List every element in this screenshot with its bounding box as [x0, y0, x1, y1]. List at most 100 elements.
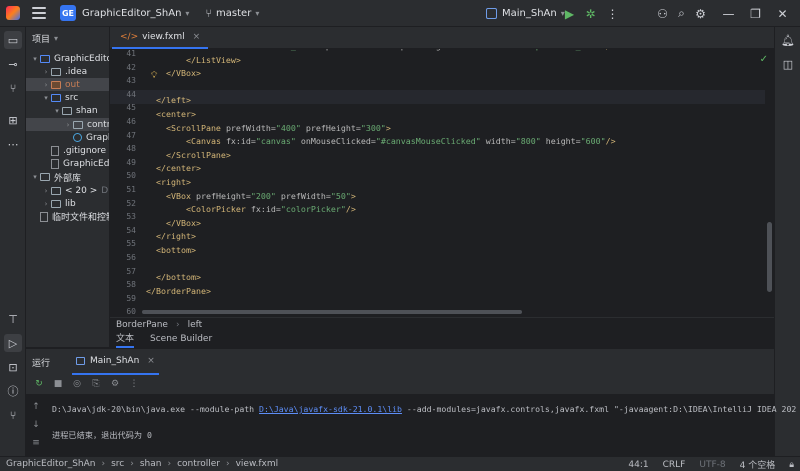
close-tab-icon[interactable]: ×	[147, 356, 155, 366]
more-actions-icon[interactable]: ⋮	[127, 377, 141, 391]
tree-item-label: 临时文件和控制	[52, 213, 110, 224]
code-token: </VBox>	[165, 68, 201, 79]
breadcrumb-item[interactable]: left	[188, 320, 203, 330]
file-encoding[interactable]: UTF-8	[699, 460, 725, 470]
minimize-icon[interactable]: —	[720, 5, 737, 22]
search-icon[interactable]: ⌕	[673, 5, 690, 22]
code-token: "800"	[515, 136, 546, 147]
editor-area: </> view.fxml × 41 42 43 44 45 46 47 48 49 50 51 52…	[110, 27, 774, 348]
chevron-right-icon[interactable]: ›	[63, 121, 73, 129]
tree-item[interactable]: Graph	[26, 131, 109, 144]
tree-item[interactable]: › lib	[26, 197, 109, 210]
chevron-right-icon[interactable]: ›	[41, 187, 51, 195]
tree-item[interactable]: ▾ GraphicEditor_	[26, 52, 109, 65]
console-output[interactable]: ↑ ↓ ≡ D:\Java\jdk-20\bin\java.exe --modu…	[26, 393, 796, 458]
chevron-right-icon[interactable]: ›	[41, 68, 51, 76]
project-badge[interactable]: GE	[60, 5, 76, 21]
tree-item[interactable]: .gitignore	[26, 144, 109, 157]
lock-icon[interactable]: 🔒︎	[789, 460, 794, 470]
rerun-icon[interactable]: ↻	[32, 377, 46, 391]
chevron-right-icon[interactable]: ›	[41, 200, 51, 208]
breadcrumb-item[interactable]: BorderPane	[116, 320, 168, 330]
settings-gear-icon[interactable]: ⚙	[692, 5, 709, 22]
tree-item[interactable]: 临时文件和控制	[26, 210, 110, 224]
commit-tool-icon[interactable]: ⊸	[4, 55, 22, 73]
git-tool-icon[interactable]: ⑂	[4, 406, 22, 424]
vertical-scrollbar[interactable]	[767, 222, 772, 292]
chevron-down-icon[interactable]: ▾	[30, 55, 40, 63]
run-tab-main-shan[interactable]: Main_ShAn ×	[72, 349, 159, 375]
code-token: <bottom>	[156, 245, 196, 255]
tree-item[interactable]: › .idea	[26, 65, 109, 78]
project-name[interactable]: GraphicEditor_ShAn	[82, 8, 181, 19]
run-panel-title: 运行	[32, 358, 51, 369]
project-panel-header[interactable]: 项目 ▾	[26, 27, 109, 49]
chevron-down-icon[interactable]: ▾	[185, 9, 189, 18]
code-token: prefWidth=	[280, 190, 331, 201]
console-path-link[interactable]: D:\Java\javafx-sdk-21.0.1\lib	[259, 404, 402, 414]
structure-tool-icon[interactable]: ⊞	[4, 111, 22, 129]
chevron-down-icon[interactable]: ▾	[41, 94, 51, 102]
chevron-down-icon[interactable]: ▾	[54, 34, 58, 43]
chevron-down-icon[interactable]: ▾	[30, 173, 40, 181]
indent-setting[interactable]: 4 个空格	[740, 458, 776, 471]
chevron-down-icon[interactable]: ▾	[52, 107, 62, 115]
terminal-tool-icon[interactable]: ⊡	[4, 358, 22, 376]
tree-item[interactable]: ▾ shan	[26, 105, 109, 118]
more-actions-icon[interactable]: ⋮	[604, 5, 621, 22]
git-branch-icon[interactable]: ⑂	[205, 7, 212, 20]
chevron-down-icon[interactable]: ▾	[255, 9, 259, 18]
line-ending[interactable]: CRLF	[663, 460, 686, 470]
tree-item[interactable]: ▾ 外部库	[26, 171, 109, 184]
tree-item[interactable]: › < 20 >D:\J	[26, 184, 109, 197]
code-token: <VBox	[165, 190, 196, 201]
tab-scene-builder[interactable]: Scene Builder	[150, 334, 212, 346]
run-panel-header: 运行 Main_ShAn ×	[26, 349, 774, 375]
problems-tool-icon[interactable]: ⓘ	[4, 382, 22, 400]
restore-layout-icon[interactable]: ⎘	[89, 377, 103, 391]
project-tool-icon[interactable]: ▭	[4, 31, 22, 49]
pull-requests-icon[interactable]: ⑂	[4, 79, 22, 97]
branch-name[interactable]: master	[216, 8, 251, 19]
ai-assistant-icon[interactable]: ◫	[779, 55, 797, 73]
code-editor[interactable]: <Button text="ADD_TEST" prefWidth="60" p…	[146, 49, 766, 319]
tree-item[interactable]: › out	[26, 78, 109, 92]
debug-icon[interactable]: ✲	[582, 5, 599, 22]
line-number: 53	[126, 212, 136, 222]
run-icon[interactable]: ▶	[561, 5, 578, 22]
build-tool-icon[interactable]: ⊤	[4, 310, 22, 328]
more-tools-icon[interactable]: ⋯	[4, 135, 22, 153]
inspection-ok-icon[interactable]: ✓	[760, 54, 768, 65]
restore-icon[interactable]: ❐	[747, 5, 764, 22]
main-menu-icon[interactable]	[32, 7, 46, 19]
close-window-icon[interactable]: ✕	[774, 5, 791, 22]
caret-position[interactable]: 44:1	[628, 460, 648, 470]
camera-icon[interactable]: ◎	[70, 377, 84, 391]
soft-wrap-icon[interactable]: ≡	[29, 436, 43, 450]
horizontal-scrollbar[interactable]	[142, 310, 522, 314]
tree-item[interactable]: GraphicEdit	[26, 158, 109, 171]
add-user-icon[interactable]: ⚇	[654, 5, 671, 22]
tree-item[interactable]: ▾ src	[26, 92, 109, 105]
settings-gear-icon[interactable]: ⚙	[108, 377, 122, 391]
tab-text[interactable]: 文本	[116, 331, 135, 348]
status-breadcrumb-item[interactable]: controller	[177, 459, 220, 469]
status-breadcrumb-item[interactable]: shan	[140, 459, 162, 469]
code-line: <bottom>	[146, 245, 196, 255]
tree-item-label: out	[65, 79, 80, 90]
title-bar: GE GraphicEditor_ShAn ▾ ⑂ master ▾ Main_…	[0, 0, 800, 27]
notifications-icon[interactable]: 🔔︎	[779, 31, 797, 49]
stop-icon[interactable]: ■	[51, 377, 65, 391]
run-config-selector[interactable]: Main_ShAn ▾	[486, 0, 565, 27]
status-breadcrumb-item[interactable]: view.fxml	[236, 459, 279, 469]
status-breadcrumb-item[interactable]: GraphicEditor_ShAn	[6, 459, 95, 469]
tree-item-label: < 20 >	[65, 185, 98, 196]
tree-item[interactable]: › contro	[26, 118, 109, 131]
chevron-right-icon[interactable]: ›	[41, 81, 51, 89]
scroll-down-icon[interactable]: ↓	[29, 418, 43, 432]
status-breadcrumb-item[interactable]: src	[111, 459, 124, 469]
close-tab-icon[interactable]: ×	[193, 32, 201, 42]
run-tool-icon[interactable]: ▷	[4, 334, 22, 352]
tab-view-fxml[interactable]: </> view.fxml ×	[112, 27, 209, 49]
scroll-up-icon[interactable]: ↑	[29, 400, 43, 414]
